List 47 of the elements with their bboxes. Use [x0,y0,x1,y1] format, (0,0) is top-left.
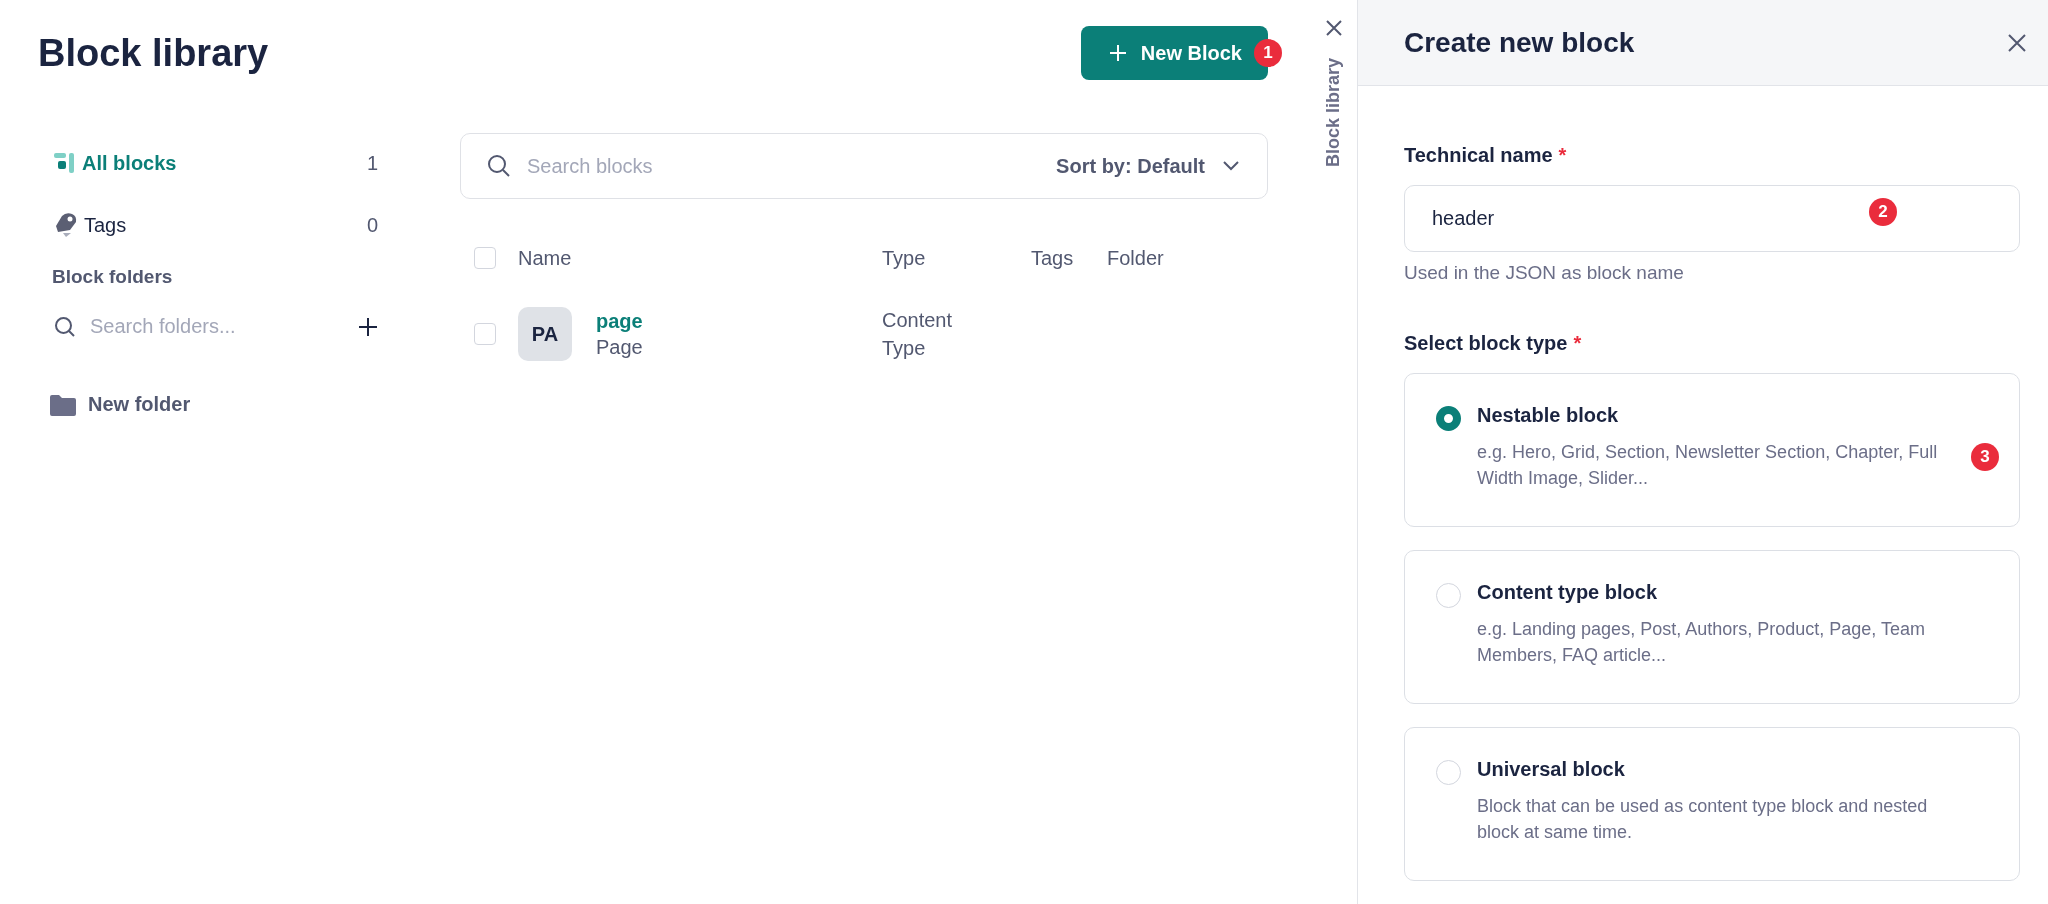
plus-icon [1108,44,1127,62]
block-subtitle: Page [596,335,643,359]
option-title: Universal block [1477,758,1626,781]
search-icon [487,154,511,178]
sidebar-item[interactable]: Tags 0 [54,194,378,256]
step-badge: 3 [1971,443,1999,471]
side-tab-label[interactable]: Block library [1323,58,1344,168]
search-icon [54,315,76,338]
column-header: Tags [1031,246,1075,270]
blocks-icon [54,153,76,173]
search-bar[interactable]: Search blocks Sort by: Default [460,133,1268,199]
section-heading: Block folders [52,265,174,289]
step-badge: 1 [1254,39,1282,67]
block-type-option[interactable]: Universal block Block that can be used as content type block and nested block at same time. [1404,727,2020,881]
chevron-down-icon [1223,161,1239,171]
folder-item[interactable]: New folder [50,349,378,416]
block-type: Content Type [882,308,954,361]
dialog-title: Create new block [1404,26,1635,59]
option-description: Block that can be used as content type block and nested block at same time. [1477,795,1929,844]
block-type-option[interactable]: Nestable block e.g. Hero, Grid, Section, Newsletter Section, Chapter, Full Width Image, Slider... 3 [1404,373,2020,527]
column-header: Type [882,246,927,270]
required-mark: * [1573,332,1582,355]
required-mark: * [1558,144,1567,167]
block-name-link[interactable]: page [596,309,643,333]
folder-search-field[interactable]: Search folders... [54,314,292,339]
close-icon[interactable] [1325,20,1342,36]
avatar: PA [518,307,572,361]
field-label: Select block type [1404,332,1568,355]
column-header: Folder [1107,246,1164,270]
block-type-option[interactable]: Content type block e.g. Landing pages, Post, Authors, Product, Page, Team Members, FAQ article... [1404,550,2020,704]
field-label: Technical name [1404,144,1553,167]
row-checkbox[interactable] [474,323,496,345]
option-description: e.g. Landing pages, Post, Authors, Product, Page, Team Members, FAQ article... [1477,618,1926,667]
help-text: Used in the JSON as block name [1404,262,1685,284]
radio-button[interactable] [1436,406,1461,431]
folder-icon [50,393,76,416]
close-icon[interactable] [2008,33,2026,52]
option-title: Nestable block [1477,404,1620,427]
sort-dropdown[interactable]: Sort by: Default [1050,153,1245,179]
sidebar-item[interactable]: All blocks 1 [54,132,378,194]
tag-icon [54,212,78,238]
option-description: e.g. Hero, Grid, Section, Newsletter Section, Chapter, Full Width Image, Slider... [1477,441,1939,490]
column-header: Name [518,246,573,270]
select-all-checkbox[interactable] [474,247,496,269]
option-title: Content type block [1477,581,1658,604]
add-folder-icon[interactable] [358,316,378,337]
page-title: Block library [38,31,269,75]
